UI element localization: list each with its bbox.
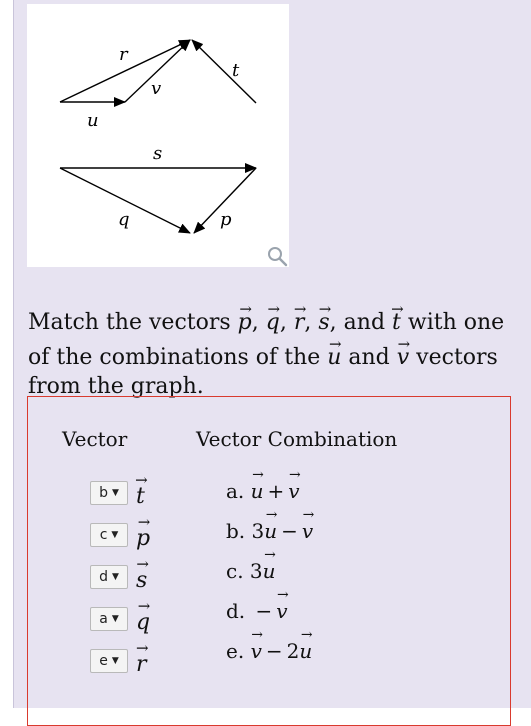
label-s: s — [153, 143, 162, 164]
combination-c: c. 3u — [226, 553, 276, 583]
select-row-4[interactable]: a ▼ — [90, 607, 128, 631]
row-vector-5: r — [136, 646, 147, 677]
chevron-down-icon: ▼ — [111, 614, 119, 624]
vec-v: v — [397, 337, 409, 372]
vec-p: p — [238, 302, 252, 337]
label-v: v — [151, 78, 161, 99]
vec-s: s — [318, 302, 329, 337]
magnifier-icon[interactable] — [266, 245, 290, 269]
combination-b: b. 3u−v — [226, 513, 313, 543]
row-vector-1: t — [136, 478, 145, 509]
row-vector-4: q — [136, 604, 150, 635]
vec-r: r — [294, 302, 305, 337]
vector-t — [191, 39, 257, 104]
label-u: u — [87, 110, 99, 131]
combination-a: a. u+v — [226, 473, 300, 503]
label-t: t — [232, 60, 240, 81]
select-row-3[interactable]: d ▼ — [90, 565, 128, 589]
chevron-down-icon: ▼ — [111, 530, 119, 540]
vector-diagram: r v t u s q p — [59, 39, 257, 234]
vector-figure[interactable]: r v t u s q p — [27, 4, 289, 267]
question-text: Match the vectors p, q, r, s, and t with… — [28, 302, 508, 401]
combination-d: d. −v — [226, 593, 288, 623]
select-row-5[interactable]: e ▼ — [90, 649, 128, 673]
label-p: p — [220, 209, 232, 230]
label-q: q — [118, 209, 130, 230]
select-row-1[interactable]: b ▼ — [90, 481, 128, 505]
chevron-down-icon: ▼ — [111, 656, 119, 666]
chevron-down-icon: ▼ — [111, 572, 119, 582]
chevron-down-icon: ▼ — [111, 488, 119, 498]
combination-e: e. v−2u — [226, 633, 312, 663]
select-row-2[interactable]: c ▼ — [90, 523, 128, 547]
column-header-vector: Vector — [62, 427, 128, 451]
label-r: r — [119, 44, 129, 65]
row-vector-3: s — [136, 562, 147, 593]
vec-u: u — [327, 337, 341, 372]
vec-q: q — [266, 302, 280, 337]
column-header-combination: Vector Combination — [196, 427, 398, 451]
row-vector-2: p — [136, 520, 150, 551]
